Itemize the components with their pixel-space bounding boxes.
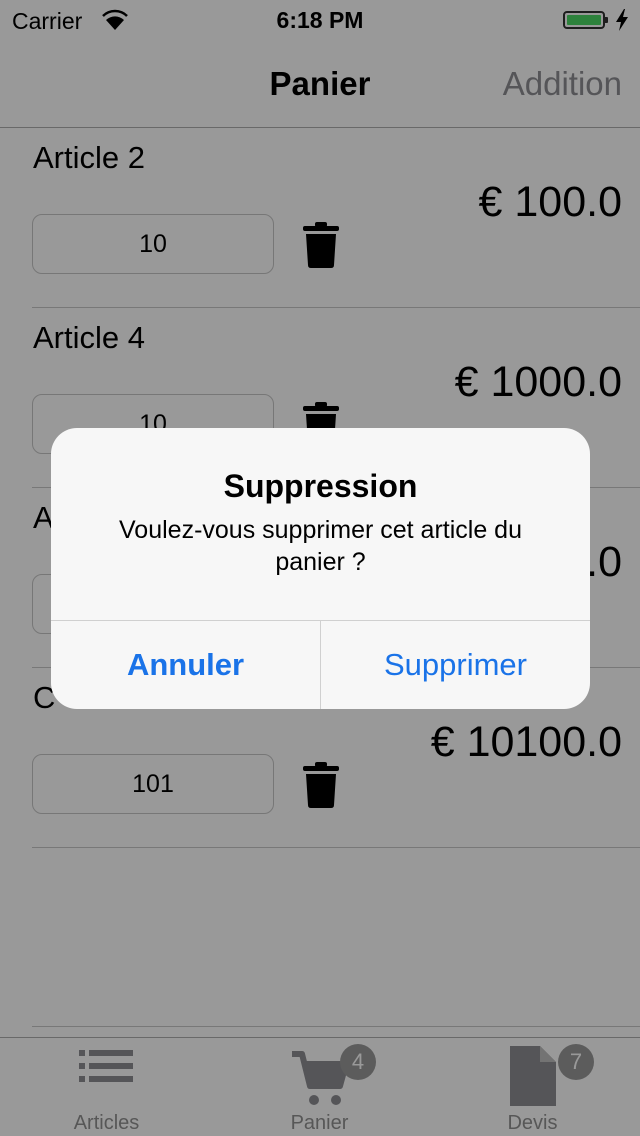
delete-button[interactable]: Supprimer [321,621,590,709]
cancel-button[interactable]: Annuler [51,621,320,709]
alert-message: Voulez-vous supprimer cet article du pan… [119,516,522,576]
alert-dialog: Suppression Voulez-vous supprimer cet ar… [51,428,590,709]
alert-title: Suppression [223,468,418,504]
